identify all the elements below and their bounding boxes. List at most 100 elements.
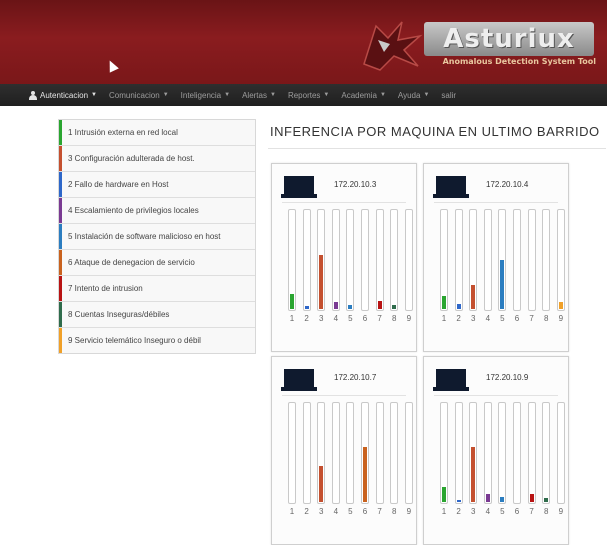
bar-track [513, 402, 521, 504]
legend-item[interactable]: 6 Ataque de denegacion de servicio [59, 250, 255, 276]
bar-track [404, 402, 413, 504]
bar-4 [485, 494, 490, 502]
bar-3 [471, 447, 476, 502]
legend-item[interactable]: 5 Instalación de software malicioso en h… [59, 224, 255, 250]
bar-track [361, 209, 369, 311]
tick-label: 8 [391, 507, 397, 516]
nav-alertas[interactable]: Alertas ▼ [242, 91, 276, 100]
bar-track [498, 209, 507, 311]
bar-track [469, 209, 478, 311]
bar-chart: 123456789 [272, 209, 416, 323]
bar-track [404, 209, 413, 311]
bar-5 [500, 260, 505, 309]
bar-2 [304, 306, 309, 309]
legend-item[interactable]: 4 Escalamiento de privilegios locales [59, 198, 255, 224]
tick-label: 6 [362, 507, 368, 516]
tick-label: 3 [470, 507, 476, 516]
bar-track [556, 402, 565, 504]
bar-track [469, 402, 478, 504]
legend-label: 9 Servicio telemático Inseguro o débil [68, 336, 201, 345]
legend-swatch [59, 120, 62, 145]
nav-salir[interactable]: salir [441, 91, 456, 100]
legend-swatch [59, 276, 62, 301]
bar-2 [456, 304, 461, 309]
caret-down-icon: ▼ [269, 92, 276, 98]
legend-label: 2 Fallo de hardware en Host [68, 180, 169, 189]
tick-label: 4 [485, 314, 491, 323]
nav-label: Academia [341, 90, 377, 100]
nav-inteligencia[interactable]: Inteligencia ▼ [181, 91, 230, 100]
monitor-icon [281, 369, 317, 391]
logo: Asturiux Anomalous Detection System Tool [358, 18, 600, 72]
bar-3 [319, 466, 324, 502]
card-divider [282, 202, 406, 203]
bar-track [527, 402, 536, 504]
legend-label: 4 Escalamiento de privilegios locales [68, 206, 199, 215]
bar-track [375, 209, 384, 311]
nav-label: Ayuda [397, 90, 421, 100]
bar-track [361, 402, 369, 504]
nav-comunicacion[interactable]: Comunicacion ▼ [109, 91, 169, 100]
bar-1 [442, 296, 446, 309]
tick-label: 4 [485, 507, 491, 516]
bar-track [498, 402, 507, 504]
legend-item[interactable]: 1 Intrusión externa en red local [59, 120, 255, 146]
legend-label: 1 Intrusión externa en red local [68, 128, 178, 137]
tick-label: 4 [333, 507, 339, 516]
machine-ip: 172.20.10.9 [486, 373, 529, 382]
legend-item[interactable]: 2 Fallo de hardware en Host [59, 172, 255, 198]
legend-item[interactable]: 8 Cuentas Inseguras/débiles [59, 302, 255, 328]
tick-label: 1 [289, 507, 295, 516]
nav-academia[interactable]: Academia ▼ [341, 91, 386, 100]
legend-label: 8 Cuentas Inseguras/débiles [68, 310, 170, 319]
tick-label: 8 [543, 507, 549, 516]
tick-label: 2 [456, 507, 461, 516]
bar-track [302, 209, 311, 311]
bar-track [513, 209, 521, 311]
nav-label: Comunicacion [108, 90, 160, 100]
tick-label: 5 [500, 507, 505, 516]
tick-label: 8 [543, 314, 549, 323]
nav-ayuda[interactable]: Ayuda ▼ [398, 91, 430, 100]
legend-label: 7 Intento de intrusion [68, 284, 143, 293]
tick-label: 7 [529, 314, 534, 323]
machine-card: 172.20.10.9 123456789 [423, 356, 569, 545]
machine-card: 172.20.10.7 123456789 [271, 356, 417, 545]
caret-down-icon: ▼ [91, 92, 97, 98]
dragon-logo-icon [363, 21, 423, 71]
bar-track [454, 402, 463, 504]
machine-ip: 172.20.10.3 [334, 180, 377, 189]
category-legend: 1 Intrusión externa en red local 3 Confi… [58, 119, 256, 354]
legend-swatch [59, 302, 62, 327]
bar-track [331, 209, 340, 311]
caret-down-icon: ▼ [224, 92, 231, 98]
nav-autenticacion[interactable]: Autenticacion ▼ [29, 90, 97, 100]
tick-label: 8 [391, 314, 397, 323]
monitor-icon [281, 176, 317, 198]
tick-label: 2 [304, 507, 309, 516]
bar-track [440, 209, 448, 311]
nav-label: salir [441, 90, 457, 100]
bar-1 [290, 294, 294, 309]
nav-reportes[interactable]: Reportes ▼ [288, 91, 329, 100]
tick-label: 5 [348, 314, 353, 323]
legend-swatch [59, 328, 62, 353]
machine-card: 172.20.10.4 123456789 [423, 163, 569, 352]
card-divider [282, 395, 406, 396]
bar-track [390, 402, 399, 504]
tick-label: 9 [558, 314, 564, 323]
bar-chart: 123456789 [272, 402, 416, 516]
bar-5 [500, 497, 505, 502]
legend-item[interactable]: 7 Intento de intrusion [59, 276, 255, 302]
bar-6 [363, 447, 367, 502]
caret-down-icon: ▼ [379, 92, 386, 98]
machine-ip: 172.20.10.7 [334, 373, 377, 382]
bar-9 [558, 302, 563, 309]
machine-ip: 172.20.10.4 [486, 180, 529, 189]
tick-label: 3 [318, 507, 324, 516]
tick-label: 2 [456, 314, 461, 323]
tick-label: 6 [362, 314, 368, 323]
bar-track [440, 402, 448, 504]
legend-item[interactable]: 3 Configuración adulterada de host. [59, 146, 255, 172]
legend-item[interactable]: 9 Servicio telemático Inseguro o débil [59, 328, 255, 353]
